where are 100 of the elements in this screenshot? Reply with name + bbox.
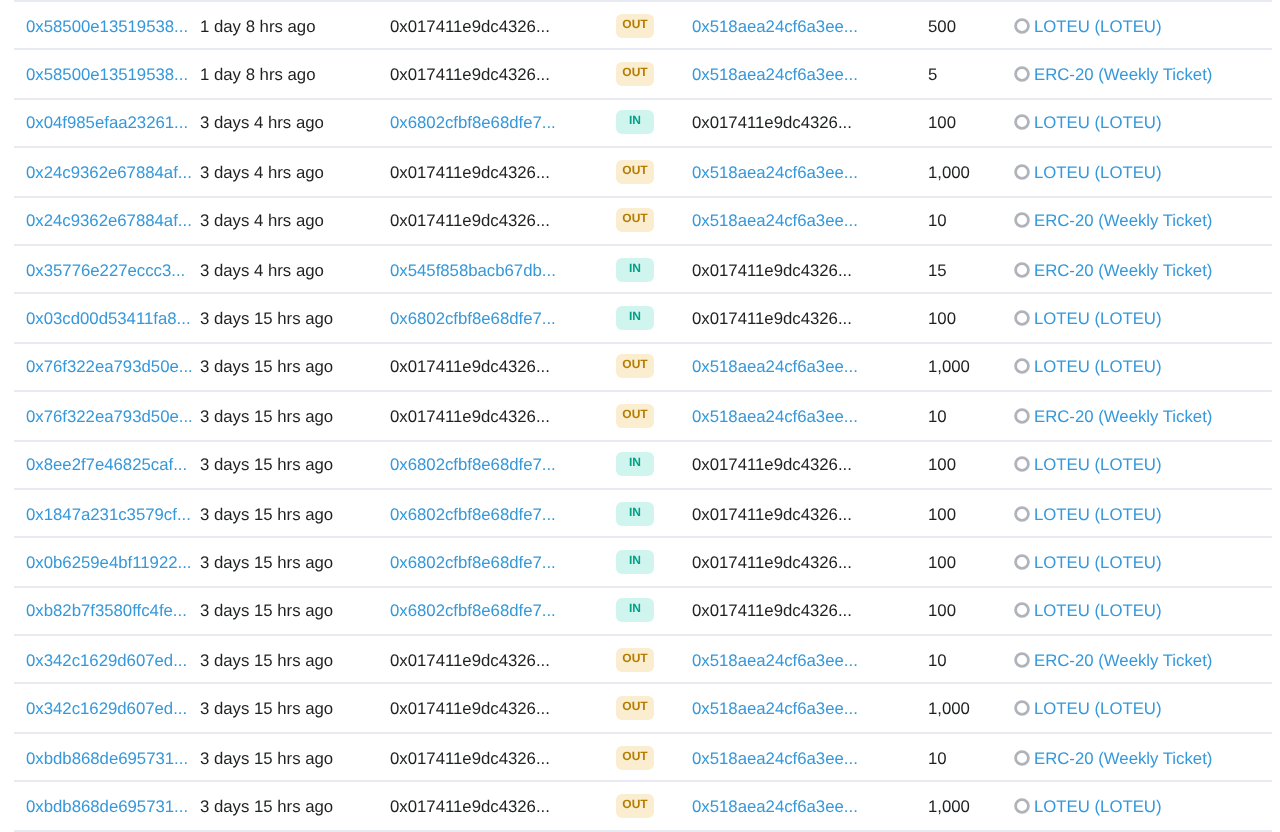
age-text: 3 days 15 hrs ago <box>200 747 336 768</box>
transaction-hash-link[interactable]: 0x04f985efaa23261... <box>14 112 200 133</box>
from-address: 0x017411e9dc4326... <box>390 698 552 719</box>
value-text: 10 <box>928 210 949 231</box>
value-text: 1,000 <box>928 698 972 719</box>
token-icon <box>1014 163 1030 180</box>
value-text: 100 <box>928 112 958 133</box>
token-link[interactable]: LOTEU (LOTEU) <box>1034 161 1162 182</box>
from-address: 0x017411e9dc4326... <box>390 210 552 231</box>
from-address-link[interactable]: 0x6802cfbf8e68dfe7... <box>390 600 616 621</box>
from-address-link[interactable]: 0x6802cfbf8e68dfe7... <box>390 503 616 524</box>
token-link[interactable]: LOTEU (LOTEU) <box>1034 308 1162 329</box>
value-text: 1,000 <box>928 356 972 377</box>
from-address-link[interactable]: 0x545f858bacb67db... <box>390 259 616 280</box>
transaction-hash-link[interactable]: 0x58500e13519538... <box>14 64 200 85</box>
transaction-hash-link[interactable]: 0x58500e13519538... <box>14 15 200 36</box>
from-address: 0x017411e9dc4326... <box>390 356 552 377</box>
to-address: 0x017411e9dc4326... <box>692 454 854 475</box>
transaction-hash-link[interactable]: 0x03cd00d53411fa8... <box>14 308 200 329</box>
value-text: 100 <box>928 600 958 621</box>
to-address-link[interactable]: 0x518aea24cf6a3ee... <box>692 795 928 816</box>
token-link[interactable]: ERC-20 (Weekly Ticket) <box>1034 405 1213 426</box>
to-address-link[interactable]: 0x518aea24cf6a3ee... <box>692 747 928 768</box>
token-icon <box>1014 310 1030 327</box>
token-icon <box>1014 407 1030 424</box>
token-icon <box>1014 749 1030 766</box>
token-link[interactable]: ERC-20 (Weekly Ticket) <box>1034 259 1213 280</box>
from-address: 0x017411e9dc4326... <box>390 64 552 85</box>
from-address: 0x017411e9dc4326... <box>390 15 552 36</box>
to-address-link[interactable]: 0x518aea24cf6a3ee... <box>692 210 928 231</box>
token-link[interactable]: LOTEU (LOTEU) <box>1034 503 1162 524</box>
age-text: 3 days 15 hrs ago <box>200 551 336 572</box>
to-address: 0x017411e9dc4326... <box>692 503 854 524</box>
token-link[interactable]: LOTEU (LOTEU) <box>1034 112 1162 133</box>
token-link[interactable]: LOTEU (LOTEU) <box>1034 356 1162 377</box>
age-text: 1 day 8 hrs ago <box>200 15 318 36</box>
from-address: 0x017411e9dc4326... <box>390 747 552 768</box>
token-icon <box>1014 602 1030 619</box>
age-text: 3 days 15 hrs ago <box>200 649 336 670</box>
token-link[interactable]: LOTEU (LOTEU) <box>1034 454 1162 475</box>
age-text: 3 days 4 hrs ago <box>200 112 326 133</box>
from-address-link[interactable]: 0x6802cfbf8e68dfe7... <box>390 551 616 572</box>
transaction-hash-link[interactable]: 0x342c1629d607ed... <box>14 698 200 719</box>
transaction-hash-link[interactable]: 0x76f322ea793d50e... <box>14 356 200 377</box>
token-link[interactable]: LOTEU (LOTEU) <box>1034 551 1162 572</box>
value-text: 5 <box>928 64 940 85</box>
to-address-link[interactable]: 0x518aea24cf6a3ee... <box>692 356 928 377</box>
token-link[interactable]: LOTEU (LOTEU) <box>1034 795 1162 816</box>
to-address: 0x017411e9dc4326... <box>692 551 854 572</box>
to-address-link[interactable]: 0x518aea24cf6a3ee... <box>692 649 928 670</box>
transaction-hash-link[interactable]: 0xbdb868de695731... <box>14 747 200 768</box>
age-text: 3 days 4 hrs ago <box>200 210 326 231</box>
transaction-hash-link[interactable]: 0x0b6259e4bf11922... <box>14 551 200 572</box>
age-text: 3 days 15 hrs ago <box>200 503 336 524</box>
transaction-hash-link[interactable]: 0xb82b7f3580ffc4fe... <box>14 600 200 621</box>
token-link[interactable]: ERC-20 (Weekly Ticket) <box>1034 747 1213 768</box>
from-address-link[interactable]: 0x6802cfbf8e68dfe7... <box>390 112 616 133</box>
age-text: 3 days 4 hrs ago <box>200 161 326 182</box>
to-address: 0x017411e9dc4326... <box>692 112 854 133</box>
from-address-link[interactable]: 0x6802cfbf8e68dfe7... <box>390 308 616 329</box>
token-link[interactable]: LOTEU (LOTEU) <box>1034 15 1162 36</box>
token-link[interactable]: ERC-20 (Weekly Ticket) <box>1034 64 1213 85</box>
transaction-hash-link[interactable]: 0x76f322ea793d50e... <box>14 405 200 426</box>
age-text: 3 days 15 hrs ago <box>200 454 336 475</box>
value-text: 500 <box>928 15 958 36</box>
token-icon <box>1014 700 1030 717</box>
to-address: 0x017411e9dc4326... <box>692 600 854 621</box>
to-address-link[interactable]: 0x518aea24cf6a3ee... <box>692 64 928 85</box>
transaction-hash-link[interactable]: 0x24c9362e67884af... <box>14 161 200 182</box>
age-text: 3 days 15 hrs ago <box>200 308 336 329</box>
from-address: 0x017411e9dc4326... <box>390 649 552 670</box>
transaction-hash-link[interactable]: 0x1847a231c3579cf... <box>14 503 200 524</box>
transaction-hash-link[interactable]: 0x24c9362e67884af... <box>14 210 200 231</box>
token-link[interactable]: LOTEU (LOTEU) <box>1034 698 1162 719</box>
to-address-link[interactable]: 0x518aea24cf6a3ee... <box>692 15 928 36</box>
token-icon <box>1014 17 1030 34</box>
token-icon <box>1014 358 1030 375</box>
transaction-hash-link[interactable]: 0x342c1629d607ed... <box>14 649 200 670</box>
to-address: 0x017411e9dc4326... <box>692 308 854 329</box>
token-link[interactable]: ERC-20 (Weekly Ticket) <box>1034 210 1213 231</box>
to-address: 0x017411e9dc4326... <box>692 259 854 280</box>
value-text: 10 <box>928 405 949 426</box>
value-text: 15 <box>928 259 949 280</box>
token-icon <box>1014 261 1030 278</box>
transaction-hash-link[interactable]: 0xbdb868de695731... <box>14 795 200 816</box>
transaction-hash-link[interactable]: 0x35776e227eccc3... <box>14 259 200 280</box>
token-link[interactable]: ERC-20 (Weekly Ticket) <box>1034 649 1213 670</box>
token-link[interactable]: LOTEU (LOTEU) <box>1034 600 1162 621</box>
transaction-hash-link[interactable]: 0x8ee2f7e46825caf... <box>14 454 200 475</box>
from-address: 0x017411e9dc4326... <box>390 161 552 182</box>
to-address-link[interactable]: 0x518aea24cf6a3ee... <box>692 698 928 719</box>
from-address-link[interactable]: 0x6802cfbf8e68dfe7... <box>390 454 616 475</box>
value-text: 10 <box>928 747 949 768</box>
to-address-link[interactable]: 0x518aea24cf6a3ee... <box>692 405 928 426</box>
token-icon <box>1014 456 1030 473</box>
token-icon <box>1014 505 1030 522</box>
to-address-link[interactable]: 0x518aea24cf6a3ee... <box>692 161 928 182</box>
token-icon <box>1014 114 1030 131</box>
value-text: 1,000 <box>928 795 972 816</box>
age-text: 3 days 15 hrs ago <box>200 698 336 719</box>
